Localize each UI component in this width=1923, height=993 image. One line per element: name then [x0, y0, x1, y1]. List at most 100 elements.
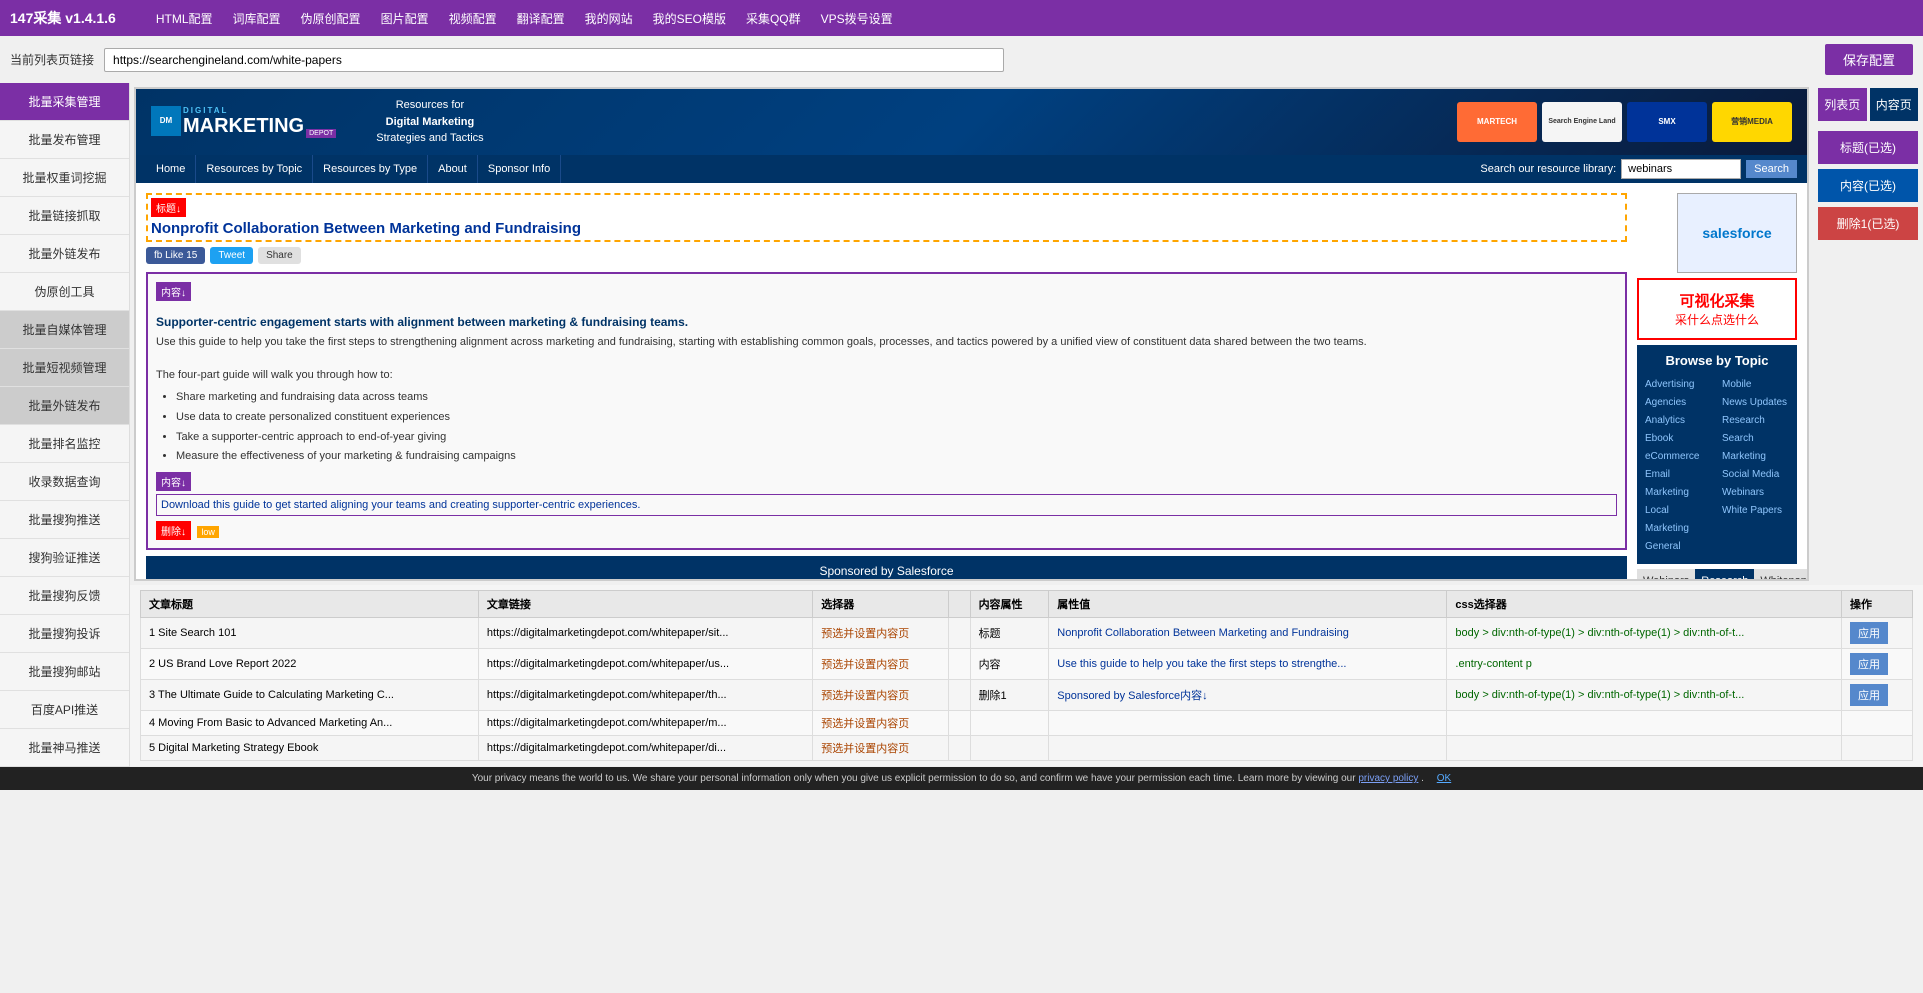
- url-bar-row: 当前列表页链接 保存配置: [0, 36, 1923, 83]
- sidebar-item-batch-video[interactable]: 批量短视频管理: [0, 349, 129, 387]
- row0-preset-link[interactable]: 预选并设置内容页: [821, 628, 909, 640]
- title-annotation-label: 标题↓: [151, 198, 186, 217]
- browse-analytics[interactable]: Analytics: [1645, 412, 1712, 430]
- privacy-ok-link[interactable]: OK: [1437, 773, 1451, 784]
- site-nav-about[interactable]: About: [428, 155, 478, 183]
- row4-preset-link[interactable]: 预选并设置内容页: [821, 743, 909, 755]
- sidebar-item-batch-rank[interactable]: 批量排名监控: [0, 425, 129, 463]
- logo-marketing: MARKETING: [183, 115, 304, 138]
- sidebar-item-batch-collect[interactable]: 批量采集管理: [0, 83, 129, 121]
- site-search-input[interactable]: [1621, 159, 1741, 179]
- sidebar-item-batch-keyword[interactable]: 批量权重词挖掘: [0, 159, 129, 197]
- browse-mobile[interactable]: Mobile: [1722, 376, 1789, 394]
- sidebar-item-data-query[interactable]: 收录数据查询: [0, 463, 129, 501]
- browse-advertising[interactable]: Advertising: [1645, 376, 1712, 394]
- browse-col-left: Advertising Agencies Analytics Ebook eCo…: [1645, 376, 1712, 556]
- row2-apply-button[interactable]: 应用: [1850, 684, 1888, 706]
- list-item-2: Take a supporter-centric approach to end…: [176, 428, 1617, 448]
- sidebar-item-batch-media[interactable]: 批量自媒体管理: [0, 311, 129, 349]
- nav-qq-group[interactable]: 采集QQ群: [746, 10, 801, 27]
- share-button[interactable]: Share: [258, 247, 301, 264]
- browse-social[interactable]: Social Media: [1722, 466, 1789, 484]
- article-title: Nonprofit Collaboration Between Marketin…: [151, 220, 1622, 237]
- viz-text-line2: 采什么点选什么: [1649, 311, 1785, 328]
- sidebar-item-pseudo-tool[interactable]: 伪原创工具: [0, 273, 129, 311]
- site-nav-resources-topic[interactable]: Resources by Topic: [196, 155, 313, 183]
- row0-preset: 预选并设置内容页: [813, 618, 948, 649]
- nav-vps-config[interactable]: VPS拨号设置: [821, 10, 893, 27]
- site-nav-home[interactable]: Home: [146, 155, 196, 183]
- article-title-wrapper: 标题↓ Nonprofit Collaboration Between Mark…: [146, 193, 1627, 242]
- nav-translate-config[interactable]: 翻译配置: [517, 10, 565, 27]
- banner-smx: SMX: [1627, 102, 1707, 142]
- table-row: 4 Moving From Basic to Advanced Marketin…: [141, 711, 1913, 736]
- site-tagline: Resources for Digital Marketing Strategi…: [376, 97, 483, 147]
- privacy-text: Your privacy means the world to us. We s…: [472, 773, 1356, 784]
- sidebar-item-batch-publish[interactable]: 批量发布管理: [0, 121, 129, 159]
- row1-preset-link[interactable]: 预选并设置内容页: [821, 659, 909, 671]
- list-item-0: Share marketing and fundraising data acr…: [176, 388, 1617, 408]
- browse-news[interactable]: News Updates: [1722, 394, 1789, 412]
- tab-whitepapers[interactable]: Whitepapers: [1754, 569, 1807, 580]
- row1-attr-value: Use this guide to help you take the firs…: [1049, 649, 1447, 680]
- row2-preset: 预选并设置内容页: [813, 680, 948, 711]
- sidebar-item-batch-link[interactable]: 批量链接抓取: [0, 197, 129, 235]
- salesforce-logo-placeholder: salesforce: [1677, 193, 1797, 273]
- panel-btn-group: 列表页 内容页: [1818, 88, 1918, 121]
- row0-empty: [948, 618, 970, 649]
- content-selection-button[interactable]: 内容(已选): [1818, 169, 1918, 202]
- browse-marketing-general[interactable]: Marketing General: [1645, 520, 1712, 556]
- browse-search-marketing[interactable]: Search Marketing: [1722, 430, 1789, 466]
- nav-image-config[interactable]: 图片配置: [381, 10, 429, 27]
- sidebar-item-batch-outlink2[interactable]: 批量外链发布: [0, 387, 129, 425]
- site-nav-sponsor[interactable]: Sponsor Info: [478, 155, 561, 183]
- browse-col-right: Mobile News Updates Research Search Mark…: [1722, 376, 1789, 556]
- fb-button[interactable]: fb Like 15: [146, 247, 205, 264]
- delete-selection-button[interactable]: 删除1(已选): [1818, 207, 1918, 240]
- browse-webinars[interactable]: Webinars: [1722, 484, 1789, 502]
- nav-seo-template[interactable]: 我的SEO模版: [653, 10, 726, 27]
- sidebar-item-batch-feedback[interactable]: 批量搜狗反馈: [0, 577, 129, 615]
- site-nav-resources-type[interactable]: Resources by Type: [313, 155, 428, 183]
- nav-word-config[interactable]: 词库配置: [233, 10, 281, 27]
- row2-attr-value: Sponsored by Salesforce内容↓: [1049, 680, 1447, 711]
- url-bar-input[interactable]: [104, 48, 1004, 72]
- row0-apply-button[interactable]: 应用: [1850, 622, 1888, 644]
- app-brand: 147采集 v1.4.1.6: [10, 8, 116, 28]
- privacy-policy-link[interactable]: privacy policy: [1358, 773, 1418, 784]
- browse-local[interactable]: Local: [1645, 502, 1712, 520]
- sidebar-item-batch-sogou[interactable]: 批量搜狗推送: [0, 501, 129, 539]
- nav-video-config[interactable]: 视频配置: [449, 10, 497, 27]
- browse-ebook[interactable]: Ebook: [1645, 430, 1712, 448]
- browse-white-papers[interactable]: White Papers: [1722, 502, 1789, 520]
- browse-agencies[interactable]: Agencies: [1645, 394, 1712, 412]
- browse-title: Browse by Topic: [1645, 353, 1789, 368]
- browse-research[interactable]: Research: [1722, 412, 1789, 430]
- row3-preset-link[interactable]: 预选并设置内容页: [821, 718, 909, 730]
- site-search-button[interactable]: Search: [1746, 160, 1797, 178]
- browse-ecommerce[interactable]: eCommerce: [1645, 448, 1712, 466]
- browse-email[interactable]: Email Marketing: [1645, 466, 1712, 502]
- save-config-button[interactable]: 保存配置: [1825, 44, 1913, 75]
- nav-my-site[interactable]: 我的网站: [585, 10, 633, 27]
- twitter-button[interactable]: Tweet: [210, 247, 253, 264]
- list-page-button[interactable]: 列表页: [1818, 88, 1867, 121]
- sidebar-item-batch-outlink[interactable]: 批量外链发布: [0, 235, 129, 273]
- sidebar-item-batch-shenma[interactable]: 批量神马推送: [0, 729, 129, 767]
- nav-html-config[interactable]: HTML配置: [156, 10, 213, 27]
- title-selection-button[interactable]: 标题(已选): [1818, 131, 1918, 164]
- sidebar-item-batch-complaint[interactable]: 批量搜狗投诉: [0, 615, 129, 653]
- top-nav-bar: 147采集 v1.4.1.6 HTML配置 词库配置 伪原创配置 图片配置 视频…: [0, 0, 1923, 36]
- sidebar-item-baidu-api[interactable]: 百度API推送: [0, 691, 129, 729]
- content-page-button[interactable]: 内容页: [1870, 88, 1919, 121]
- row3-link: https://digitalmarketingdepot.com/whitep…: [478, 711, 812, 736]
- sidebar-item-batch-mail[interactable]: 批量搜狗邮站: [0, 653, 129, 691]
- col-header-link: 文章链接: [478, 591, 812, 618]
- nav-pseudo-config[interactable]: 伪原创配置: [301, 10, 361, 27]
- tab-webinars[interactable]: Webinars: [1637, 569, 1695, 580]
- row1-apply-button[interactable]: 应用: [1850, 653, 1888, 675]
- tab-research[interactable]: Research: [1695, 569, 1754, 580]
- row2-empty: [948, 680, 970, 711]
- row2-preset-link[interactable]: 预选并设置内容页: [821, 690, 909, 702]
- sidebar-item-sogou-verify[interactable]: 搜狗验证推送: [0, 539, 129, 577]
